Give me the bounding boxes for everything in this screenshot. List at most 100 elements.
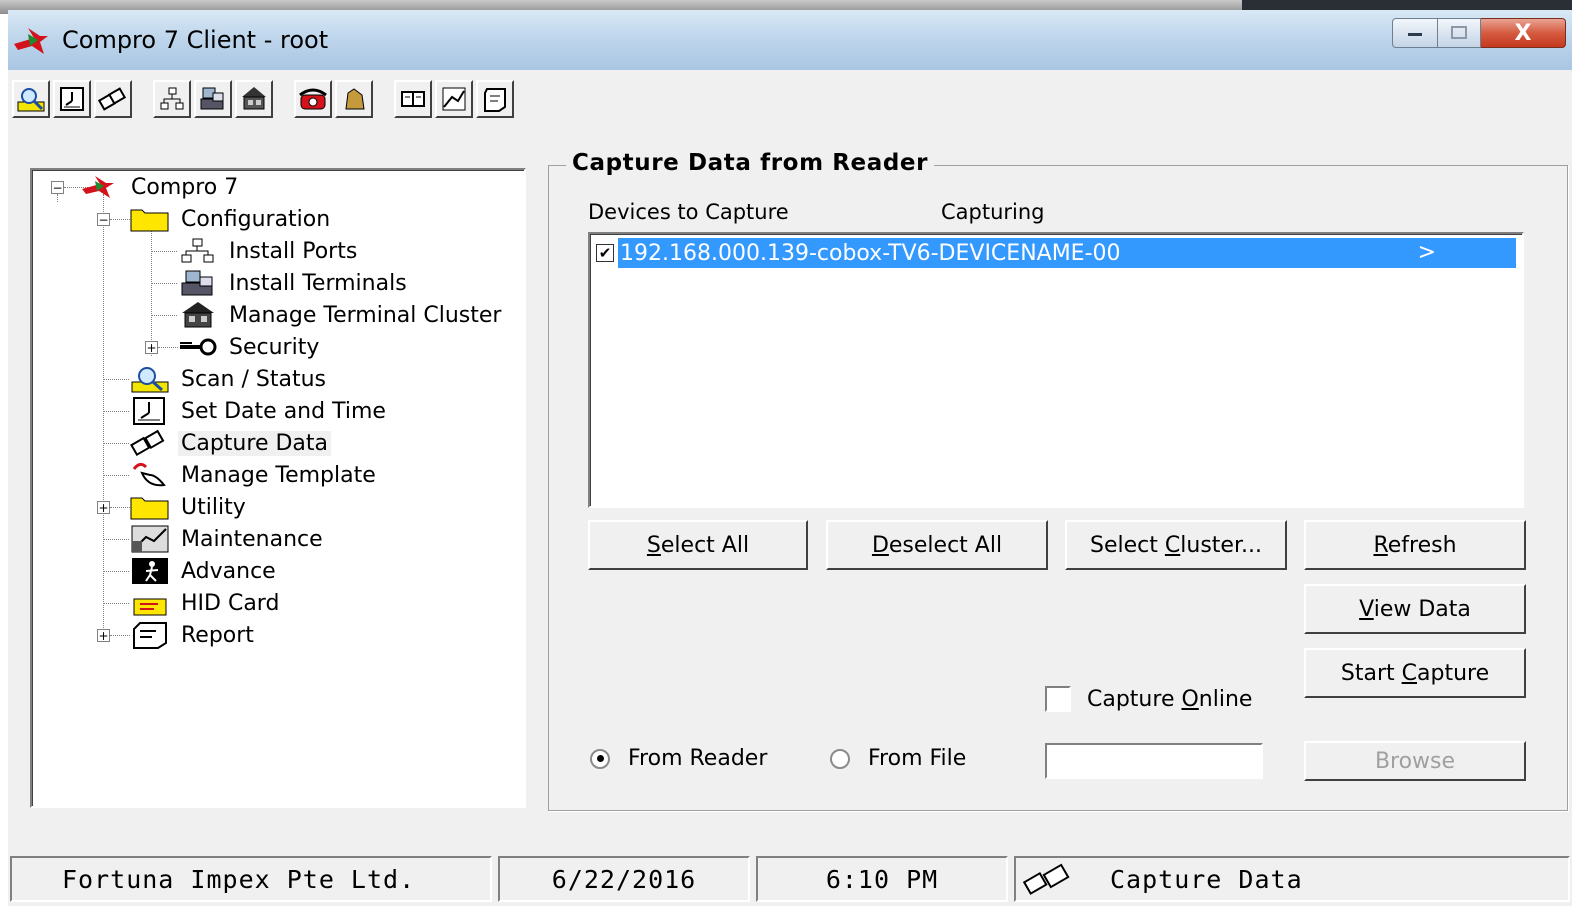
minimize-icon — [1408, 33, 1422, 36]
file-path-input[interactable] — [1045, 743, 1263, 779]
close-icon: X — [1514, 20, 1532, 46]
check-icon: ✔ — [598, 243, 612, 262]
tree-label: Set Date and Time — [181, 398, 386, 424]
capture-data-icon — [98, 87, 127, 111]
tree-connector — [110, 507, 130, 508]
tree-item-advance[interactable]: Advance — [130, 556, 279, 586]
toolbar-install-terminals-button[interactable] — [194, 80, 232, 118]
toolbar-group-4 — [394, 80, 517, 122]
toolbar-capture-data-button[interactable] — [94, 80, 132, 118]
select-cluster-button[interactable]: Select Cluster... — [1065, 520, 1287, 570]
title-bar[interactable]: Compro 7 Client - root X — [8, 10, 1572, 70]
toolbar-phone-button[interactable] — [294, 80, 332, 118]
start-capture-button[interactable]: Start Capture — [1304, 648, 1526, 698]
compro-logo-icon — [14, 28, 48, 54]
tree-item-report[interactable]: Report — [130, 620, 257, 650]
tree-connector — [103, 571, 129, 572]
tree-label: Configuration — [181, 206, 331, 232]
capture-data-icon — [130, 429, 165, 457]
tree-connector — [103, 539, 129, 540]
tree-connector — [103, 379, 129, 380]
tree-item-security[interactable]: Security — [178, 332, 322, 362]
report-icon — [484, 88, 506, 112]
tree-label: Maintenance — [181, 526, 323, 552]
toolbar-install-ports-button[interactable] — [153, 80, 191, 118]
tree-item-manage-terminal-cluster[interactable]: Manage Terminal Cluster — [178, 300, 504, 330]
status-company: Fortuna Impex Pte Ltd. — [10, 856, 492, 902]
tree-label: Security — [229, 334, 320, 360]
toolbar-manage-cluster-button[interactable] — [235, 80, 273, 118]
tree-item-maintenance[interactable]: Maintenance — [130, 524, 326, 554]
maintenance-icon — [442, 87, 466, 111]
install-ports-icon — [181, 238, 214, 263]
select-all-button[interactable]: Select All — [588, 520, 808, 570]
toolbar-report-button[interactable] — [476, 80, 514, 118]
manage-cluster-icon — [182, 302, 214, 328]
device-checkbox[interactable]: ✔ — [596, 244, 614, 262]
maximize-icon — [1451, 26, 1467, 39]
capture-online-checkbox[interactable]: Capture Online — [1045, 686, 1252, 712]
tree-item-scan-status[interactable]: Scan / Status — [130, 364, 329, 394]
toolbar-set-date-time-button[interactable] — [53, 80, 91, 118]
capture-group-title: Capture Data from Reader — [566, 150, 935, 176]
tree-expand-report[interactable]: + — [97, 629, 110, 642]
devices-listbox[interactable]: ✔ 192.168.000.139-cobox-TV6-DEVICENAME-0… — [588, 232, 1524, 508]
device-row[interactable]: ✔ 192.168.000.139-cobox-TV6-DEVICENAME-0… — [596, 238, 1516, 268]
maintenance-icon — [131, 525, 169, 553]
tree-item-install-terminals[interactable]: Install Terminals — [178, 268, 410, 298]
tree-label: Utility — [181, 494, 246, 520]
tree-item-install-ports[interactable]: Install Ports — [178, 236, 360, 266]
tree-item-utility[interactable]: Utility — [130, 492, 249, 522]
toolbar-book-button[interactable] — [394, 80, 432, 118]
from-reader-radio[interactable]: From Reader — [590, 746, 767, 771]
tree-item-manage-template[interactable]: Manage Template — [130, 460, 379, 490]
navigation-tree[interactable]: − − + + + Compro 7 Configuration Install… — [30, 168, 526, 808]
toolbar-group-3 — [294, 80, 376, 122]
toolbar-group-1 — [12, 80, 135, 122]
tree-connector — [110, 635, 130, 636]
phone-icon — [299, 88, 327, 110]
tree-item-capture-data[interactable]: Capture Data — [130, 428, 331, 458]
scan-status-icon — [131, 367, 169, 393]
tree-item-configuration[interactable]: Configuration — [130, 204, 333, 234]
toolbar-maintenance-button[interactable] — [435, 80, 473, 118]
tree-label: Capture Data — [178, 430, 331, 456]
toolbar — [12, 80, 535, 122]
tree-expand-utility[interactable]: + — [97, 501, 110, 514]
device-name: 192.168.000.139-cobox-TV6-DEVICENAME-00 — [620, 240, 1121, 266]
maintenance-hand-icon — [345, 88, 365, 110]
tree-connector — [57, 194, 58, 202]
tree-collapse-configuration[interactable]: − — [97, 213, 110, 226]
capture-online-box[interactable] — [1045, 686, 1071, 712]
tree-label: HID Card — [181, 590, 280, 616]
tree-connector — [151, 226, 152, 356]
minimize-button[interactable] — [1392, 18, 1438, 48]
from-file-radio[interactable]: From File — [830, 746, 966, 771]
tree-connector — [103, 411, 129, 412]
tree-item-hid-card[interactable]: HID Card — [130, 588, 282, 618]
tree-connector — [158, 347, 178, 348]
manage-template-icon — [132, 462, 166, 487]
tree-item-compro7[interactable]: Compro 7 — [78, 172, 241, 202]
tree-expand-security[interactable]: + — [145, 341, 158, 354]
deselect-all-button[interactable]: Deselect All — [826, 520, 1048, 570]
maximize-button[interactable] — [1438, 18, 1481, 48]
radio-selected-icon[interactable] — [590, 748, 610, 769]
from-reader-label: From Reader — [628, 746, 768, 771]
tree-item-set-date-time[interactable]: Set Date and Time — [130, 396, 389, 426]
toolbar-scan-status-button[interactable] — [12, 80, 50, 118]
browse-button[interactable]: Browse — [1304, 741, 1526, 781]
tree-connector — [103, 603, 129, 604]
folder-icon — [130, 497, 169, 520]
tree-label: Compro 7 — [131, 174, 239, 200]
tree-collapse-root[interactable]: − — [51, 181, 64, 194]
radio-unselected-icon[interactable] — [830, 748, 850, 769]
status-bar: Fortuna Impex Pte Ltd. 6/22/2016 6:10 PM… — [8, 856, 1572, 906]
close-button[interactable]: X — [1481, 18, 1566, 48]
tree-connector — [151, 315, 177, 316]
install-ports-icon — [160, 87, 184, 110]
toolbar-maintenance-hand-button[interactable] — [335, 80, 373, 118]
tree-label: Scan / Status — [181, 366, 326, 392]
refresh-button[interactable]: Refresh — [1304, 520, 1526, 570]
view-data-button[interactable]: View Data — [1304, 584, 1526, 634]
